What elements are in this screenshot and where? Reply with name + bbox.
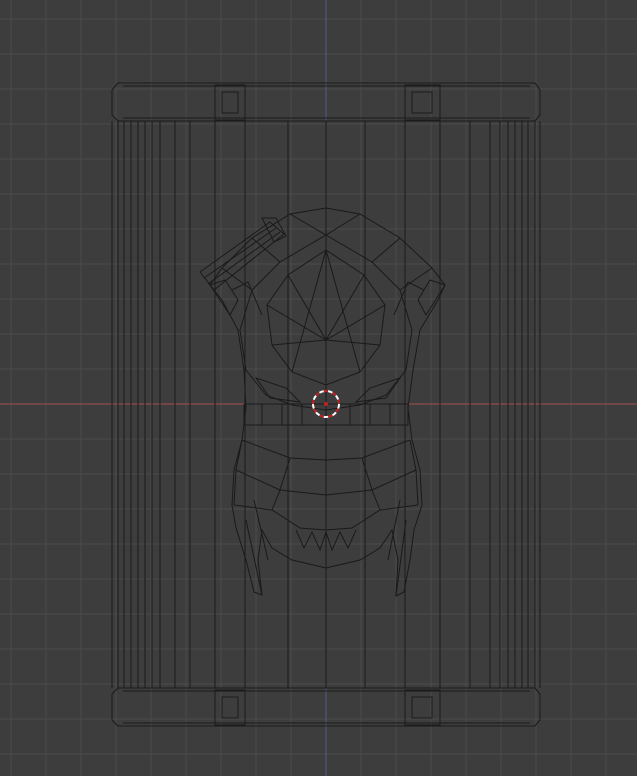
viewport-canvas[interactable]: [0, 0, 637, 776]
floor-grid: [0, 0, 637, 776]
wireframe-character[interactable]: [199, 207, 446, 597]
3d-viewport[interactable]: [0, 0, 637, 776]
